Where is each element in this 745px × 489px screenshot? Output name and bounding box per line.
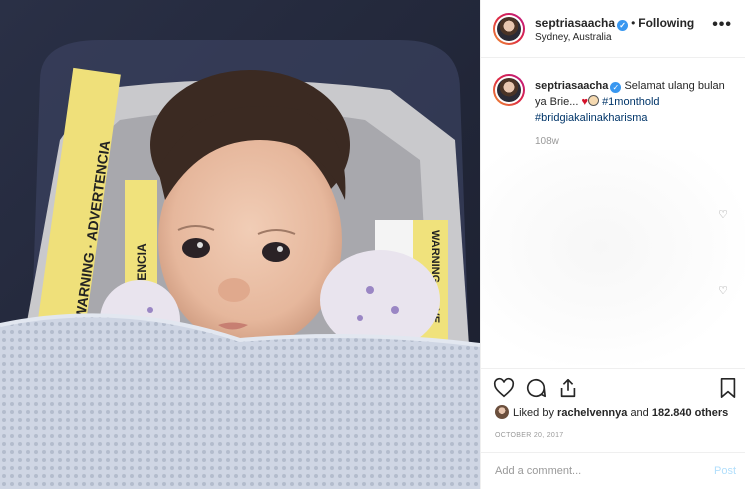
liker-username[interactable]: rachelvennya	[557, 407, 627, 419]
liker-avatar[interactable]	[495, 405, 509, 419]
caption-text: septriasaacha ✓ Selamat ulang bulan ya Br…	[535, 78, 735, 126]
heart-icon[interactable]: ♡	[718, 208, 728, 221]
caption-username[interactable]: septriasaacha	[535, 80, 608, 92]
red-heart-emoji: ♥	[581, 96, 588, 108]
header-username[interactable]: septriasaacha	[535, 16, 615, 30]
heart-icon[interactable]	[493, 377, 515, 399]
comment-icon[interactable]	[525, 377, 547, 399]
separator-dot: •	[631, 16, 636, 30]
author-avatar[interactable]	[493, 13, 525, 45]
post-header: septriasaacha ✓ • Following Sydney, Austral…	[481, 0, 745, 58]
action-bar	[481, 368, 745, 408]
caption-time-ago[interactable]: 108w	[535, 136, 559, 147]
post-photo[interactable]: WARNING · ADVERTENCIA ADVERTENCIA WARNIN…	[0, 0, 480, 489]
following-button[interactable]: Following	[638, 16, 694, 30]
likes-others-link[interactable]: 182.840 others	[652, 407, 728, 419]
likes-line: Liked by rachelvennya and 182.840 others	[495, 405, 728, 419]
post-comment-button[interactable]: Post	[714, 465, 736, 477]
hashtag-link[interactable]: #1monthold	[602, 96, 660, 108]
caption-avatar[interactable]	[493, 74, 525, 106]
heart-icon[interactable]: ♡	[718, 284, 728, 297]
post-side-panel: septriasaacha ✓ • Following Sydney, Austral…	[480, 0, 745, 489]
liked-by-prefix: Liked by	[513, 407, 554, 419]
comment-input[interactable]	[495, 465, 695, 477]
verified-icon: ✓	[617, 20, 629, 31]
verified-icon: ✓	[610, 82, 622, 93]
likes-and: and	[630, 407, 649, 419]
hashtag-link[interactable]: #bridgiakalinakharisma	[535, 112, 648, 124]
share-icon[interactable]	[557, 377, 579, 399]
comment-form: Post	[481, 452, 745, 489]
baby-face-emoji	[588, 95, 599, 106]
post-date[interactable]: OCTOBER 20, 2017	[495, 432, 563, 439]
comments-area: ♡ ♡	[481, 150, 745, 365]
location-link[interactable]: Sydney, Australia	[535, 32, 612, 43]
header-user-line: septriasaacha ✓ • Following	[535, 16, 694, 31]
bookmark-icon[interactable]	[717, 377, 739, 399]
more-icon[interactable]: •••	[712, 16, 732, 34]
baby-photo-image: WARNING · ADVERTENCIA ADVERTENCIA WARNIN…	[0, 0, 480, 489]
